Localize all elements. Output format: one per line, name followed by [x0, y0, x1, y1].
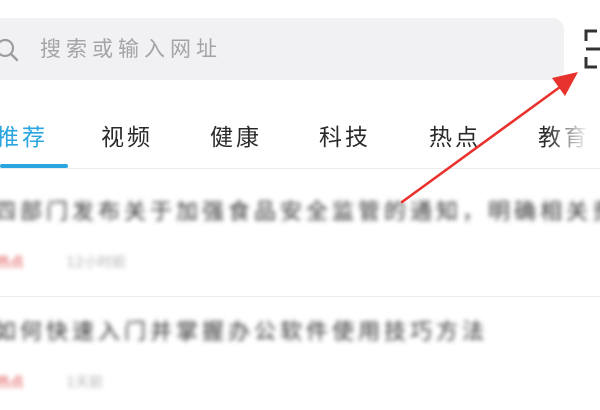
tab-recommend[interactable]: 推荐	[0, 118, 48, 152]
tab-hot[interactable]: 热点	[429, 118, 481, 152]
news-meta: 12小时前	[66, 255, 126, 271]
news-title: 四部门发布关于加强食品安全监管的通知，明确相关责任要求	[0, 200, 600, 225]
category-tabs: 推荐 视频 健康 科技 热点 教育	[0, 96, 600, 168]
scan-icon[interactable]	[584, 29, 600, 69]
tab-video[interactable]: 视频	[101, 118, 153, 152]
tab-health[interactable]: 健康	[210, 118, 262, 152]
news-source-tag: 热点	[0, 255, 24, 271]
news-item[interactable]: 如何快速入门并掌握办公软件使用技巧方法 热点 1天前	[0, 290, 600, 410]
tab-tech[interactable]: 科技	[319, 118, 371, 152]
news-title: 如何快速入门并掌握办公软件使用技巧方法	[0, 320, 489, 345]
search-input[interactable]	[40, 18, 540, 80]
tabs-divider	[0, 168, 600, 169]
tab-education[interactable]: 教育	[538, 118, 590, 152]
search-bar[interactable]	[0, 18, 564, 80]
news-meta: 1天前	[66, 375, 103, 391]
news-item[interactable]: 四部门发布关于加强食品安全监管的通知，明确相关责任要求 热点 12小时前	[0, 170, 600, 290]
search-icon	[0, 38, 19, 62]
news-source-tag: 热点	[0, 375, 24, 391]
